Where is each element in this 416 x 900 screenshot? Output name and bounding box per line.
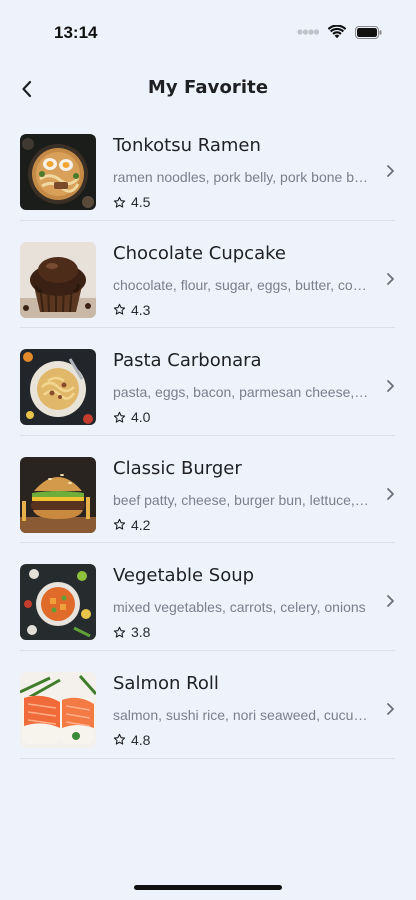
item-ingredients: chocolate, flour, sugar, eggs, butter, c… bbox=[113, 276, 371, 293]
favorites-list: Tonkotsu Ramen ramen noodles, pork belly… bbox=[20, 113, 395, 759]
food-image-soup bbox=[20, 564, 96, 641]
status-bar: 13:14 bbox=[0, 0, 416, 64]
chevron-right-icon bbox=[387, 165, 394, 177]
rating: 4.5 bbox=[113, 194, 150, 210]
rating-value: 4.2 bbox=[131, 516, 151, 533]
chevron-right-icon bbox=[387, 703, 394, 715]
favorite-item-tonkotsu-ramen[interactable]: Tonkotsu Ramen ramen noodles, pork belly… bbox=[20, 113, 395, 221]
battery-icon bbox=[355, 25, 382, 39]
item-ingredients: salmon, sushi rice, nori seaweed, cucumb… bbox=[113, 706, 371, 723]
item-title: Salmon Roll bbox=[113, 672, 219, 694]
page-title: My Favorite bbox=[147, 77, 269, 98]
item-ingredients: pasta, eggs, bacon, parmesan cheese, pep… bbox=[113, 384, 371, 401]
favorite-item-pasta-carbonara[interactable]: Pasta Carbonara pasta, eggs, bacon, parm… bbox=[20, 328, 395, 436]
star-icon bbox=[113, 411, 126, 423]
rating: 4.8 bbox=[113, 732, 150, 748]
item-ingredients: ramen noodles, pork belly, pork bone bro… bbox=[113, 169, 371, 185]
food-image-burger bbox=[20, 456, 96, 533]
rating-value: 4.3 bbox=[131, 301, 151, 318]
star-icon bbox=[113, 734, 126, 746]
home-indicator[interactable] bbox=[134, 885, 282, 890]
chevron-right-icon bbox=[387, 487, 394, 500]
chevron-right-icon bbox=[387, 380, 394, 393]
item-title: Vegetable Soup bbox=[113, 565, 255, 587]
star-icon bbox=[113, 196, 126, 208]
item-title: Chocolate Cupcake bbox=[113, 242, 286, 264]
wifi-icon bbox=[328, 25, 346, 39]
chevron-right-icon bbox=[387, 595, 394, 608]
signal-icon bbox=[297, 29, 319, 35]
rating: 4.0 bbox=[113, 409, 150, 425]
favorite-item-chocolate-cupcake[interactable]: Chocolate Cupcake chocolate, flour, suga… bbox=[20, 221, 395, 329]
favorite-item-vegetable-soup[interactable]: Vegetable Soup mixed vegetables, carrots… bbox=[20, 543, 395, 651]
nav-bar: My Favorite bbox=[0, 70, 416, 108]
status-time: 13:14 bbox=[54, 23, 98, 42]
rating: 4.2 bbox=[113, 517, 150, 533]
rating-value: 3.8 bbox=[131, 624, 151, 641]
item-ingredients: mixed vegetables, carrots, celery, onion… bbox=[113, 599, 366, 616]
rating-value: 4.8 bbox=[131, 731, 151, 748]
favorite-item-classic-burger[interactable]: Classic Burger beef patty, cheese, burge… bbox=[20, 436, 395, 544]
rating-value: 4.5 bbox=[131, 194, 151, 210]
star-icon bbox=[113, 303, 126, 315]
rating: 4.3 bbox=[113, 302, 150, 318]
chevron-right-icon bbox=[387, 272, 394, 285]
food-image-salmon-roll bbox=[20, 671, 96, 748]
item-ingredients: beef patty, cheese, burger bun, lettuce,… bbox=[113, 491, 371, 508]
item-title: Tonkotsu Ramen bbox=[113, 135, 261, 156]
food-image-cupcake bbox=[20, 241, 96, 318]
star-icon bbox=[113, 626, 126, 638]
status-icons bbox=[297, 25, 382, 39]
rating: 3.8 bbox=[113, 624, 150, 640]
food-image-ramen bbox=[20, 134, 96, 210]
item-title: Classic Burger bbox=[113, 457, 242, 479]
rating-value: 4.0 bbox=[131, 409, 151, 426]
food-image-pasta bbox=[20, 349, 96, 426]
favorite-item-salmon-roll[interactable]: Salmon Roll salmon, sushi rice, nori sea… bbox=[20, 651, 395, 759]
item-title: Pasta Carbonara bbox=[113, 350, 262, 372]
star-icon bbox=[113, 519, 126, 530]
